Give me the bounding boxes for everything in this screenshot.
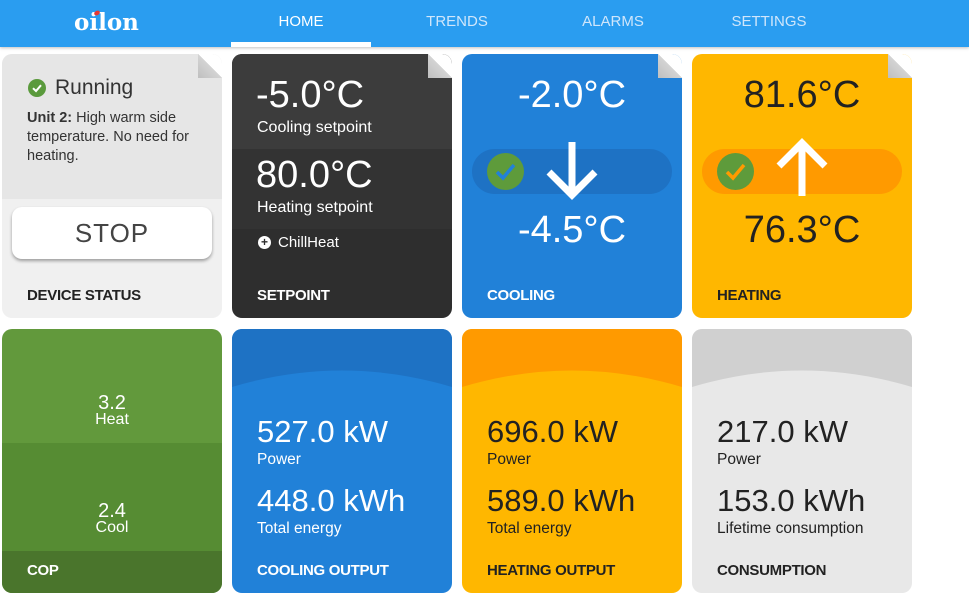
cop-cool-label: Cool <box>95 519 129 536</box>
cooling-card[interactable]: -2.0°C -4.5°C COOLING <box>462 54 682 318</box>
cooling-energy-label: Total energy <box>257 520 342 537</box>
consumption-energy-value: 153.0 kWh <box>717 483 866 518</box>
corner-fold-icon <box>198 54 222 78</box>
oilon-logo[interactable]: oilon <box>74 6 154 36</box>
heating-outlet-temp: 81.6°C <box>743 74 861 116</box>
check-circle-icon <box>28 79 46 97</box>
setpoint-card[interactable]: -5.0°C Cooling setpoint 80.0°C Heating s… <box>232 54 452 318</box>
top-nav-bar: oilon HOME TRENDS ALARMS SETTINGS <box>0 0 969 47</box>
check-circle-icon <box>487 153 524 190</box>
heating-setpoint-label: Heating setpoint <box>257 199 373 216</box>
tab-home[interactable]: HOME <box>231 0 371 47</box>
heating-energy-value: 589.0 kWh <box>487 483 636 518</box>
heating-power-label: Power <box>487 451 531 468</box>
card-title: COOLING OUTPUT <box>257 562 389 579</box>
cooling-setpoint-value: -5.0°C <box>256 74 365 116</box>
heating-power-gauge <box>462 339 682 414</box>
consumption-energy-label: Lifetime consumption <box>717 520 864 537</box>
consumption-power-label: Power <box>717 451 761 468</box>
logo-text: oilon <box>74 9 139 36</box>
consumption-card[interactable]: 217.0 kW Power 153.0 kWh Lifetime consum… <box>692 329 912 593</box>
stop-button[interactable]: STOP <box>12 207 212 259</box>
status-message-unit: Unit 2: <box>27 110 73 126</box>
card-title: HEATING OUTPUT <box>487 562 616 579</box>
mode-label: ChillHeat <box>278 234 339 251</box>
card-title: HEATING <box>717 287 782 304</box>
heating-inlet-temp: 76.3°C <box>743 209 861 251</box>
plus-circle-icon: + <box>258 236 271 249</box>
status-state: Running <box>55 76 134 99</box>
cooling-power-label: Power <box>257 451 301 468</box>
check-circle-icon <box>717 153 754 190</box>
card-title: DEVICE STATUS <box>27 287 141 304</box>
cooling-power-value: 527.0 kW <box>257 414 388 449</box>
status-row: Running <box>28 76 133 100</box>
cooling-inlet-temp: -2.0°C <box>517 74 627 116</box>
cooling-power-gauge <box>232 339 452 414</box>
cooling-energy-value: 448.0 kWh <box>257 483 406 518</box>
card-title: COOLING <box>487 287 555 304</box>
cop-heat-label: Heat <box>95 411 129 428</box>
consumption-power-value: 217.0 kW <box>717 414 848 449</box>
heating-energy-label: Total energy <box>487 520 572 537</box>
tab-trends[interactable]: TRENDS <box>387 0 527 47</box>
cop-card[interactable]: 3.2 Heat 2.4 Cool COP <box>2 329 222 593</box>
arrow-up-icon <box>767 134 837 204</box>
heating-setpoint-value: 80.0°C <box>256 154 373 196</box>
cooling-setpoint-label: Cooling setpoint <box>257 119 372 136</box>
card-title: SETPOINT <box>257 287 330 304</box>
heating-output-card[interactable]: 696.0 kW Power 589.0 kWh Total energy HE… <box>462 329 682 593</box>
mode-row: + ChillHeat <box>258 234 339 251</box>
tab-settings[interactable]: SETTINGS <box>699 0 839 47</box>
card-title: COP <box>27 562 59 579</box>
tab-alarms[interactable]: ALARMS <box>543 0 683 47</box>
corner-fold-icon <box>428 54 452 78</box>
device-status-card[interactable]: Running Unit 2: High warm side temperatu… <box>2 54 222 318</box>
heating-power-value: 696.0 kW <box>487 414 618 449</box>
status-message: Unit 2: High warm side temperature. No n… <box>27 109 217 166</box>
arrow-down-icon <box>537 134 607 204</box>
heating-card[interactable]: 81.6°C 76.3°C HEATING <box>692 54 912 318</box>
cooling-outlet-temp: -4.5°C <box>517 209 627 251</box>
cooling-output-card[interactable]: 527.0 kW Power 448.0 kWh Total energy CO… <box>232 329 452 593</box>
card-title: CONSUMPTION <box>717 562 827 579</box>
consumption-power-gauge <box>692 339 912 414</box>
